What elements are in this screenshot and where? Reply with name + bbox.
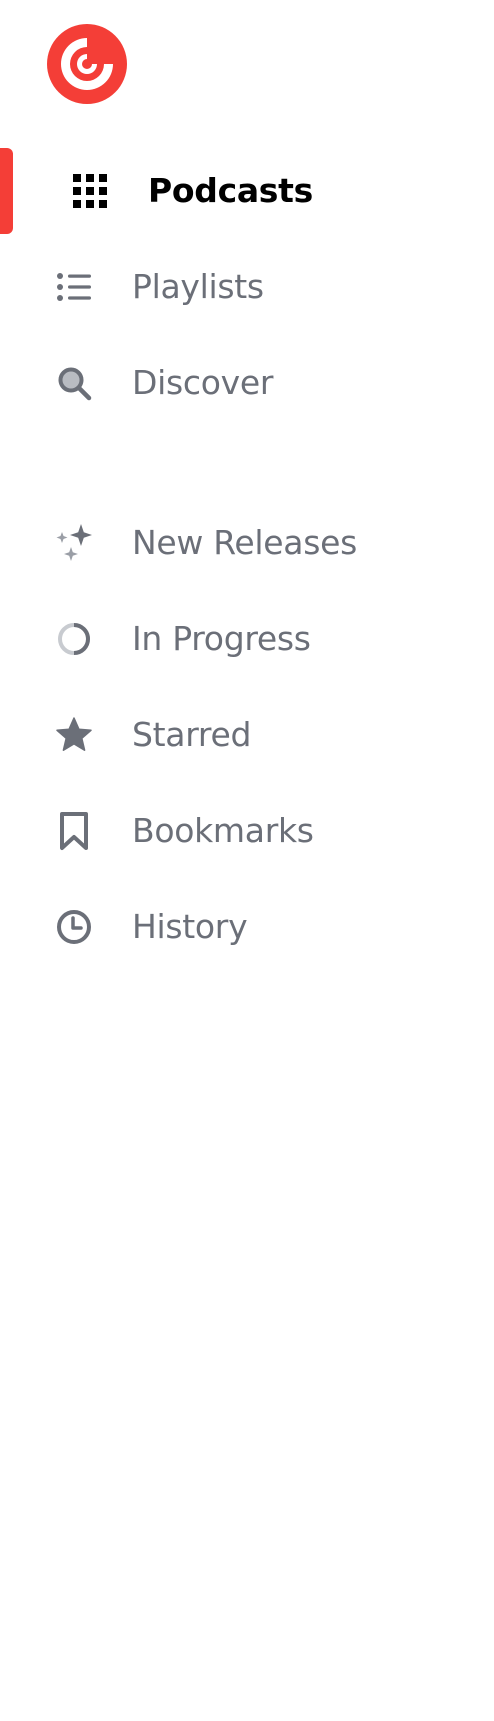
nav-item-discover[interactable]: Discover xyxy=(0,343,494,423)
progress-icon xyxy=(54,619,94,659)
pocket-casts-logo-icon xyxy=(47,24,127,104)
bookmark-icon xyxy=(54,811,94,851)
nav-item-podcasts[interactable]: Podcasts xyxy=(0,151,494,231)
sidebar: Podcasts Playlists Discover New Releases… xyxy=(0,0,494,1721)
nav-label-starred: Starred xyxy=(132,715,252,754)
search-icon xyxy=(54,363,94,403)
nav-item-playlists[interactable]: Playlists xyxy=(0,247,494,327)
grid-icon xyxy=(70,171,110,211)
nav-label-in-progress: In Progress xyxy=(132,619,311,658)
nav-label-discover: Discover xyxy=(132,363,274,402)
nav-label-new-releases: New Releases xyxy=(132,523,357,562)
nav-label-bookmarks: Bookmarks xyxy=(132,811,314,850)
nav-label-playlists: Playlists xyxy=(132,267,264,306)
nav-item-new-releases[interactable]: New Releases xyxy=(0,503,494,583)
list-icon xyxy=(54,267,94,307)
nav-item-history[interactable]: History xyxy=(0,887,494,967)
star-icon xyxy=(54,715,94,755)
nav-label-podcasts: Podcasts xyxy=(148,171,313,210)
sparkle-icon xyxy=(54,523,94,563)
nav-item-starred[interactable]: Starred xyxy=(0,695,494,775)
nav-item-in-progress[interactable]: In Progress xyxy=(0,599,494,679)
nav-label-history: History xyxy=(132,907,248,946)
nav-item-bookmarks[interactable]: Bookmarks xyxy=(0,791,494,871)
clock-icon xyxy=(54,907,94,947)
pocket-casts-logo[interactable] xyxy=(47,24,127,104)
